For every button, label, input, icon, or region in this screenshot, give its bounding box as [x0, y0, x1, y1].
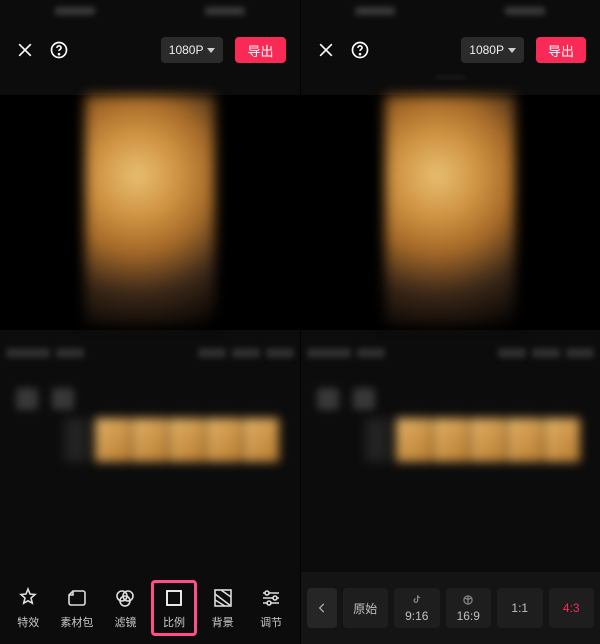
export-button[interactable]: 导出 — [235, 37, 285, 63]
ratio-option-original[interactable]: 原始 — [343, 588, 389, 628]
preview-video-frame[interactable] — [85, 95, 215, 325]
statusbar-blur — [0, 0, 300, 22]
filter-icon — [113, 586, 137, 610]
effects-icon — [16, 586, 40, 610]
ratio-picker-bar: 原始 9:16 16:9 1:1 4:3 — [301, 572, 600, 644]
ratio-label: 4:3 — [563, 601, 580, 615]
tool-label: 调节 — [260, 614, 282, 630]
bottom-toolbar: 特效 素材包 滤镜 比例 背景 调节 — [0, 572, 300, 644]
top-toolbar: 1080P 导出 — [0, 30, 300, 70]
export-label: 导出 — [247, 41, 273, 60]
editor-screen-right: 1080P 导出 ——— 原始 — [300, 0, 600, 644]
ratio-label: 16:9 — [457, 609, 480, 623]
resolution-label: 1080P — [469, 43, 504, 57]
export-button[interactable]: 导出 — [536, 37, 586, 63]
timeline-area — [0, 338, 300, 518]
tool-effects[interactable]: 特效 — [5, 580, 51, 636]
tool-adjust[interactable]: 调节 — [248, 580, 294, 636]
chevron-down-icon — [207, 48, 215, 53]
export-label: 导出 — [548, 41, 574, 60]
statusbar-blur — [301, 0, 600, 22]
tool-ratio[interactable]: 比例 — [151, 580, 197, 636]
editor-screen-left: 1080P 导出 特效 素材包 — [0, 0, 300, 644]
add-clip-button[interactable] — [365, 418, 389, 462]
tool-label: 素材包 — [60, 614, 93, 630]
close-icon[interactable] — [315, 39, 337, 61]
ratio-back-button[interactable] — [307, 588, 337, 628]
timeline-area — [301, 338, 600, 518]
clip-strip[interactable] — [64, 418, 300, 462]
preview-area — [0, 95, 300, 330]
help-icon[interactable] — [349, 39, 371, 61]
ratio-option-4-3[interactable]: 4:3 — [549, 588, 595, 628]
ratio-option-9-16[interactable]: 9:16 — [394, 588, 440, 628]
ratio-label: 9:16 — [405, 609, 428, 623]
tool-stickers[interactable]: 素材包 — [54, 580, 100, 636]
resolution-button[interactable]: 1080P — [161, 37, 224, 63]
adjust-icon — [259, 586, 283, 610]
background-icon — [211, 586, 235, 610]
tiktok-icon — [410, 593, 424, 607]
tool-background[interactable]: 背景 — [200, 580, 246, 636]
top-toolbar: 1080P 导出 — [301, 30, 600, 70]
ratio-label: 1:1 — [511, 601, 528, 615]
ratio-icon — [162, 586, 186, 610]
preview-area — [301, 95, 600, 330]
ratio-label: 原始 — [353, 600, 377, 617]
tool-label: 滤镜 — [114, 614, 136, 630]
ratio-option-16-9[interactable]: 16:9 — [446, 588, 492, 628]
ratio-option-1-1[interactable]: 1:1 — [497, 588, 543, 628]
subtitle-blur: ——— — [301, 72, 600, 83]
add-clip-button[interactable] — [64, 418, 88, 462]
tool-filter[interactable]: 滤镜 — [102, 580, 148, 636]
resolution-label: 1080P — [169, 43, 204, 57]
close-icon[interactable] — [14, 39, 36, 61]
xigua-icon — [461, 593, 475, 607]
tool-label: 背景 — [212, 614, 234, 630]
preview-video-frame[interactable] — [385, 95, 515, 325]
help-icon[interactable] — [48, 39, 70, 61]
clip-strip[interactable] — [365, 418, 600, 462]
sticker-icon — [65, 586, 89, 610]
resolution-button[interactable]: 1080P — [461, 37, 524, 63]
tool-label: 特效 — [17, 614, 39, 630]
tool-label: 比例 — [163, 614, 185, 630]
chevron-down-icon — [508, 48, 516, 53]
chevron-left-icon — [315, 601, 329, 615]
